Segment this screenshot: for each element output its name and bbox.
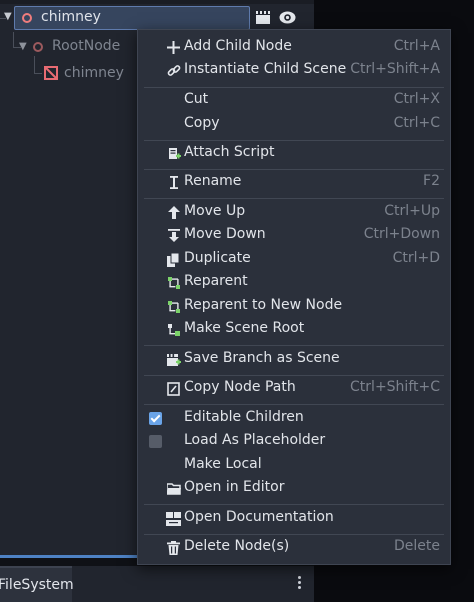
menu-item-shortcut: Ctrl+Down xyxy=(363,226,440,242)
link-icon xyxy=(166,63,181,78)
menu-item-reparent[interactable]: Reparent xyxy=(138,271,450,294)
trash-icon xyxy=(166,540,181,555)
arrow-up-icon xyxy=(166,205,181,220)
arrow-down-icon xyxy=(166,228,181,243)
tree-row-chimney-selected[interactable]: ▼ chimney xyxy=(0,6,298,30)
tab-label: FileSystem xyxy=(0,577,74,593)
tree-row-label: chimney xyxy=(41,9,101,25)
menu-item-label: Load As Placeholder xyxy=(184,432,326,448)
doc-icon xyxy=(166,511,181,526)
menu-separator xyxy=(144,345,444,346)
more-options-icon[interactable] xyxy=(296,574,302,594)
menu-item-load-as-placeholder[interactable]: Load As Placeholder xyxy=(138,430,450,453)
reparent-icon xyxy=(166,275,181,290)
mesh-instance-icon xyxy=(44,66,58,80)
menu-item-label: Reparent xyxy=(184,273,248,289)
menu-separator xyxy=(144,375,444,376)
menu-item-add-child-node[interactable]: Add Child Node Ctrl+A xyxy=(138,36,450,59)
text-cursor-icon xyxy=(166,175,181,190)
menu-item-shortcut: F2 xyxy=(423,173,440,189)
duplicate-icon xyxy=(166,252,181,267)
menu-item-label: Make Scene Root xyxy=(184,320,305,336)
checkbox-checked-icon[interactable] xyxy=(148,411,163,426)
menu-item-save-branch-as-scene[interactable]: Save Branch as Scene xyxy=(138,348,450,371)
menu-item-shortcut: Ctrl+A xyxy=(393,38,440,54)
tree-row-label: RootNode xyxy=(52,38,121,54)
menu-item-label: Reparent to New Node xyxy=(184,297,343,313)
menu-item-label: Duplicate xyxy=(184,250,251,266)
visibility-eye-icon[interactable] xyxy=(279,11,296,24)
node-circle-icon xyxy=(22,13,32,23)
menu-item-attach-script[interactable]: Attach Script xyxy=(138,142,450,165)
folder-icon xyxy=(166,481,181,496)
menu-item-move-down[interactable]: Move Down Ctrl+Down xyxy=(138,224,450,247)
menu-item-rename[interactable]: Rename F2 xyxy=(138,171,450,194)
tab-filesystem[interactable]: FileSystem xyxy=(0,566,74,602)
menu-item-label: Copy Node Path xyxy=(184,379,296,395)
menu-item-copy-node-path[interactable]: Copy Node Path Ctrl+Shift+C xyxy=(138,377,450,400)
node-circle-icon xyxy=(33,42,43,52)
menu-separator xyxy=(144,404,444,405)
menu-item-reparent-to-new-node[interactable]: Reparent to New Node xyxy=(138,295,450,318)
menu-item-duplicate[interactable]: Duplicate Ctrl+D xyxy=(138,248,450,271)
menu-item-label: Move Up xyxy=(184,203,246,219)
menu-item-label: Open in Editor xyxy=(184,479,285,495)
checkbox-unchecked-icon[interactable] xyxy=(148,434,163,449)
menu-item-label: Instantiate Child Scene xyxy=(184,61,347,77)
menu-item-label: Cut xyxy=(184,91,209,107)
menu-item-shortcut: Ctrl+Up xyxy=(384,203,440,219)
menu-item-open-documentation[interactable]: Open Documentation xyxy=(138,507,450,530)
script-add-icon xyxy=(166,146,181,161)
menu-item-shortcut: Delete xyxy=(394,538,440,554)
menu-separator xyxy=(144,140,444,141)
menu-item-label: Copy xyxy=(184,115,220,131)
menu-item-open-in-editor[interactable]: Open in Editor xyxy=(138,477,450,500)
panel-top-strip xyxy=(0,0,314,4)
clapperboard-icon[interactable] xyxy=(256,11,270,24)
menu-separator xyxy=(144,198,444,199)
tree-row-label: chimney xyxy=(64,65,124,81)
menu-item-label: Attach Script xyxy=(184,144,275,160)
menu-item-shortcut: Ctrl+C xyxy=(393,115,440,131)
save-branch-icon xyxy=(166,352,181,367)
tree-row-rootnode[interactable]: ▼ RootNode xyxy=(0,35,137,59)
menu-item-make-local[interactable]: Make Local xyxy=(138,454,450,477)
scene-root-icon xyxy=(166,322,181,337)
menu-item-editable-children[interactable]: Editable Children xyxy=(138,407,450,430)
plus-icon xyxy=(166,40,181,55)
copy-path-icon xyxy=(166,381,181,396)
chevron-down-icon[interactable]: ▼ xyxy=(4,11,12,22)
context-menu: Add Child Node Ctrl+A Instantiate Child … xyxy=(137,29,451,565)
menu-item-instantiate-child-scene[interactable]: Instantiate Child Scene Ctrl+Shift+A xyxy=(138,59,450,82)
menu-item-shortcut: Ctrl+Shift+A xyxy=(350,61,440,77)
menu-item-label: Add Child Node xyxy=(184,38,292,54)
menu-separator xyxy=(144,87,444,88)
panel-focus-border xyxy=(0,555,138,558)
menu-item-copy[interactable]: Copy Ctrl+C xyxy=(138,113,450,136)
menu-separator xyxy=(144,504,444,505)
tree-row-chimney-mesh[interactable]: chimney xyxy=(0,62,137,86)
menu-item-make-scene-root[interactable]: Make Scene Root xyxy=(138,318,450,341)
reparent-new-icon xyxy=(166,299,181,314)
menu-item-shortcut: Ctrl+D xyxy=(392,250,440,266)
menu-separator xyxy=(144,534,444,535)
menu-item-label: Rename xyxy=(184,173,242,189)
menu-item-move-up[interactable]: Move Up Ctrl+Up xyxy=(138,201,450,224)
menu-item-label: Move Down xyxy=(184,226,266,242)
menu-item-label: Save Branch as Scene xyxy=(184,350,340,366)
menu-separator xyxy=(144,169,444,170)
menu-item-label: Open Documentation xyxy=(184,509,334,525)
chevron-down-icon[interactable]: ▼ xyxy=(19,41,27,52)
menu-item-label: Editable Children xyxy=(184,409,304,425)
menu-item-delete-nodes[interactable]: Delete Node(s) Delete xyxy=(138,536,450,559)
menu-item-shortcut: Ctrl+X xyxy=(393,91,440,107)
menu-item-label: Make Local xyxy=(184,456,262,472)
menu-item-cut[interactable]: Cut Ctrl+X xyxy=(138,89,450,112)
menu-item-label: Delete Node(s) xyxy=(184,538,290,554)
menu-item-shortcut: Ctrl+Shift+C xyxy=(350,379,440,395)
